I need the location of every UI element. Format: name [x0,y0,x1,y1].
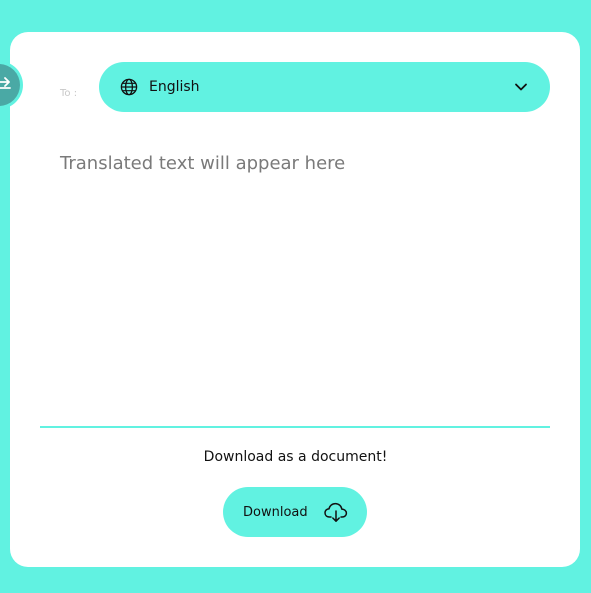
translation-output[interactable]: Translated text will appear here [60,153,540,403]
target-language-select[interactable]: English [99,62,550,112]
download-caption: Download as a document! [203,449,388,465]
cloud-download-icon [323,500,349,524]
swap-arrows-icon [0,77,11,89]
download-button[interactable]: Download [223,487,367,537]
chevron-down-icon [513,79,529,95]
page: To : English Translated text will appear… [0,0,591,593]
divider [40,426,550,428]
download-button-label: Download [243,504,308,520]
globe-icon [120,78,138,96]
target-language-label: To : [60,88,78,99]
selected-language: English [149,79,200,95]
